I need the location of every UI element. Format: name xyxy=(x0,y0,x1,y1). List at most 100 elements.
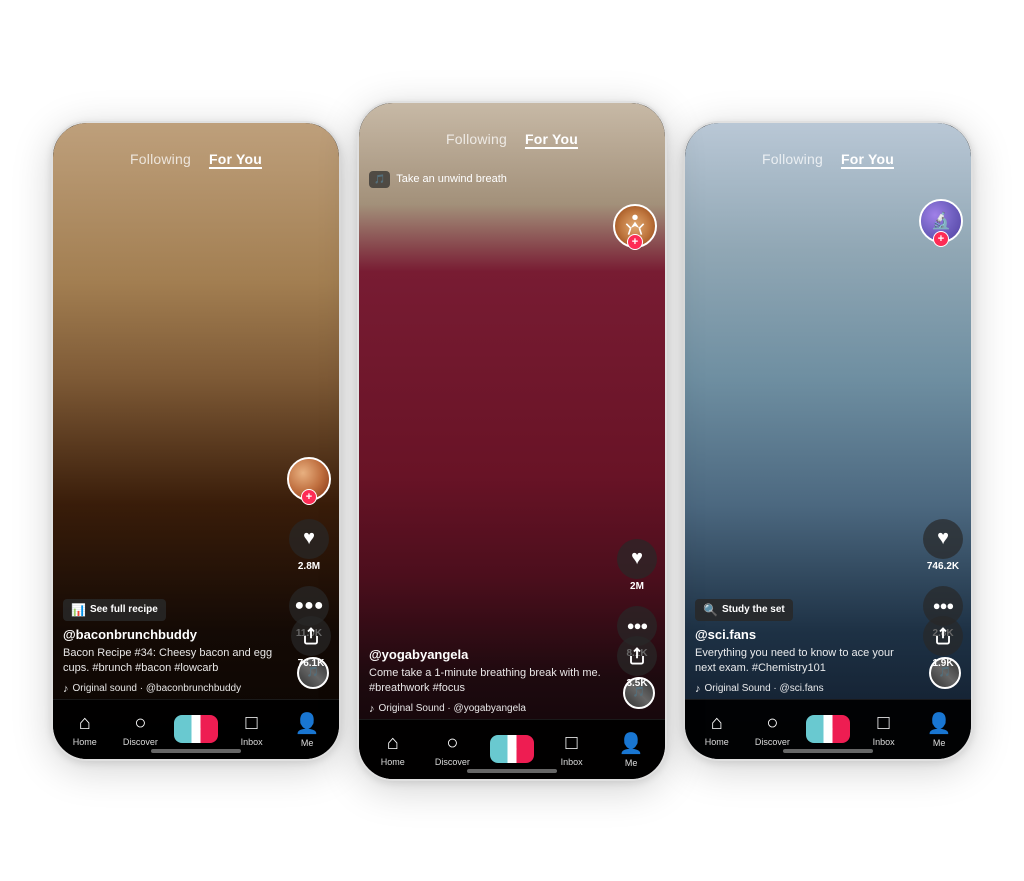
discover-icon-right: ○ xyxy=(766,712,778,735)
heart-icon-left[interactable]: ♥ xyxy=(289,519,329,559)
nav-discover-mid[interactable]: ○ Discover xyxy=(423,732,483,767)
like-count-mid: 2M xyxy=(630,581,644,592)
badge-text-right: Study the set xyxy=(722,604,785,615)
follow-plus-right[interactable]: + xyxy=(933,231,949,247)
heart-icon-mid[interactable]: ♥ xyxy=(617,539,657,579)
nav-home-right[interactable]: ⌂ Home xyxy=(689,712,745,747)
tab-for-you-right[interactable]: For You xyxy=(841,151,894,167)
heart-icon-right[interactable]: ♥ xyxy=(923,519,963,559)
me-icon-right: 👤 xyxy=(927,711,952,736)
share-button-left[interactable]: 76.1K xyxy=(291,616,331,669)
like-button-right[interactable]: ♥ 746.2K xyxy=(923,519,963,572)
nav-home-label-left: Home xyxy=(73,737,97,747)
nav-me-label-mid: Me xyxy=(625,758,638,768)
home-icon-mid: ⌂ xyxy=(387,732,399,755)
music-icon-mid: ♪ xyxy=(369,703,375,715)
phone-middle-top-nav: Following For You xyxy=(359,115,665,155)
phone-mid-bottom-content: @yogabyangela Come take a 1-minute breat… xyxy=(369,647,605,715)
nav-me-left[interactable]: 👤 Me xyxy=(279,711,335,748)
home-indicator-mid xyxy=(467,769,557,773)
nav-inbox-label-left: Inbox xyxy=(241,737,263,747)
nav-discover-right[interactable]: ○ Discover xyxy=(745,712,801,747)
follow-plus-left[interactable]: + xyxy=(301,489,317,505)
share-icon-mid[interactable] xyxy=(617,636,657,676)
me-icon-left: 👤 xyxy=(295,711,320,736)
tab-following-left[interactable]: Following xyxy=(130,151,191,167)
sound-row-right: ♪ Original Sound · @sci.fans xyxy=(695,683,911,695)
phone-left: Following For You + ♥ 2.8M xyxy=(51,121,341,761)
phone-middle-screen: Following For You 🎵 Take an unwind breat… xyxy=(359,103,665,779)
tab-for-you-left[interactable]: For You xyxy=(209,151,262,167)
nav-me-mid[interactable]: 👤 Me xyxy=(601,731,661,768)
phones-container: Following For You + ♥ 2.8M xyxy=(0,0,1024,881)
home-icon-left: ⌂ xyxy=(79,712,91,735)
follow-plus-mid[interactable]: + xyxy=(627,234,643,250)
tab-following-right[interactable]: Following xyxy=(762,151,823,167)
breath-text-mid: Take an unwind breath xyxy=(396,173,507,185)
avatar-mid[interactable]: + xyxy=(613,204,657,248)
badge-icon-left: 📊 xyxy=(71,603,86,617)
nav-add-mid[interactable] xyxy=(482,735,542,763)
recipe-badge-left[interactable]: 📊 See full recipe xyxy=(63,599,166,621)
phone-left-top-nav: Following For You xyxy=(53,135,339,175)
nav-inbox-left[interactable]: □ Inbox xyxy=(224,712,280,747)
share-icon-left[interactable] xyxy=(291,616,331,656)
add-button-left[interactable] xyxy=(174,715,218,743)
nav-discover-label-mid: Discover xyxy=(435,757,470,767)
inbox-icon-mid: □ xyxy=(566,732,578,755)
share-button-mid[interactable]: 3.5K xyxy=(617,636,657,689)
nav-inbox-right[interactable]: □ Inbox xyxy=(856,712,912,747)
description-right: Everything you need to know to ace your … xyxy=(695,646,911,677)
badge-text-left: See full recipe xyxy=(90,604,158,615)
music-icon-right: ♪ xyxy=(695,683,701,695)
sound-row-mid: ♪ Original Sound · @yogabyangela xyxy=(369,703,605,715)
like-button-left[interactable]: ♥ 2.8M xyxy=(289,519,329,572)
share-icon-right[interactable] xyxy=(923,616,963,656)
add-button-mid[interactable] xyxy=(490,735,534,763)
me-icon-mid: 👤 xyxy=(619,731,644,756)
inbox-icon-right: □ xyxy=(878,712,890,735)
share-button-right[interactable]: 1.9K xyxy=(923,616,963,669)
sound-row-left: ♪ Original sound · @baconbrunchbuddy xyxy=(63,683,279,695)
phone-left-bottom-content: 📊 See full recipe @baconbrunchbuddy Baco… xyxy=(63,599,279,695)
phone-right-screen: Following For You 🔬 + ♥ xyxy=(685,123,971,759)
share-count-right: 1.9K xyxy=(923,658,963,669)
phone-right: Following For You 🔬 + ♥ xyxy=(683,121,973,761)
inbox-icon-left: □ xyxy=(246,712,258,735)
like-button-mid[interactable]: ♥ 2M xyxy=(617,539,657,592)
share-count-mid: 3.5K xyxy=(617,678,657,689)
share-count-left: 76.1K xyxy=(291,658,331,669)
nav-home-left[interactable]: ⌂ Home xyxy=(57,712,113,747)
nav-inbox-label-mid: Inbox xyxy=(561,757,583,767)
breath-icon-mid: 🎵 xyxy=(369,171,390,188)
tab-for-you-mid[interactable]: For You xyxy=(525,131,578,147)
nav-home-label-mid: Home xyxy=(381,757,405,767)
discover-icon-mid: ○ xyxy=(446,732,458,755)
like-count-left: 2.8M xyxy=(298,561,320,572)
phone-left-screen: Following For You + ♥ 2.8M xyxy=(53,123,339,759)
tab-following-mid[interactable]: Following xyxy=(446,131,507,147)
add-button-right[interactable] xyxy=(806,715,850,743)
nav-add-left[interactable] xyxy=(168,715,224,743)
username-left[interactable]: @baconbrunchbuddy xyxy=(63,627,279,642)
nav-add-right[interactable] xyxy=(800,715,856,743)
phone-middle: Following For You 🎵 Take an unwind breat… xyxy=(357,101,667,781)
nav-discover-label-right: Discover xyxy=(755,737,790,747)
description-left: Bacon Recipe #34: Cheesy bacon and egg c… xyxy=(63,646,279,677)
sound-text-mid: Original Sound · @yogabyangela xyxy=(379,703,526,714)
nav-home-mid[interactable]: ⌂ Home xyxy=(363,732,423,767)
nav-home-label-right: Home xyxy=(705,737,729,747)
sound-text-right: Original Sound · @sci.fans xyxy=(705,683,824,694)
nav-discover-label-left: Discover xyxy=(123,737,158,747)
breath-indicator-mid: 🎵 Take an unwind breath xyxy=(369,171,655,188)
nav-me-right[interactable]: 👤 Me xyxy=(911,711,967,748)
username-mid[interactable]: @yogabyangela xyxy=(369,647,605,662)
sound-text-left: Original sound · @baconbrunchbuddy xyxy=(73,683,242,694)
description-mid: Come take a 1-minute breathing break wit… xyxy=(369,666,605,697)
nav-inbox-label-right: Inbox xyxy=(873,737,895,747)
study-badge-right[interactable]: 🔍 Study the set xyxy=(695,599,793,621)
phone-middle-content: Following For You 🎵 Take an unwind breat… xyxy=(359,103,665,779)
nav-discover-left[interactable]: ○ Discover xyxy=(113,712,169,747)
username-right[interactable]: @sci.fans xyxy=(695,627,911,642)
nav-inbox-mid[interactable]: □ Inbox xyxy=(542,732,602,767)
